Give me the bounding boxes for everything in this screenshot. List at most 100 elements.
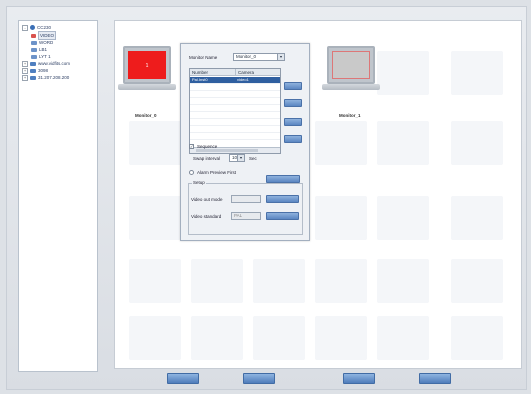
empty-cell[interactable] <box>451 51 503 95</box>
device-tree[interactable]: - CC230 VIDEO WORD LB1 LYT 1 + www.vidfi… <box>18 20 98 372</box>
chevron-down-icon[interactable]: ▾ <box>277 54 284 60</box>
expand-icon[interactable]: + <box>22 67 28 74</box>
video-standard-value: PAL <box>234 213 243 218</box>
add-camera-button[interactable] <box>284 82 302 90</box>
setup-label: Setup <box>192 180 206 185</box>
tree-item[interactable]: LYT 1 <box>31 53 51 60</box>
table-row[interactable] <box>190 133 280 140</box>
camera-icon <box>31 47 37 52</box>
empty-cell[interactable] <box>253 316 305 360</box>
empty-cell[interactable] <box>451 259 503 303</box>
monitor-screen[interactable] <box>327 46 375 84</box>
camera-icon <box>31 33 36 38</box>
empty-cell[interactable] <box>191 316 243 360</box>
empty-cell[interactable] <box>129 316 181 360</box>
empty-cell[interactable] <box>129 121 181 165</box>
camera-table[interactable]: Number Camera Pal.Inst0 video1 <box>189 68 281 154</box>
swap-interval-select[interactable]: 10 ▾ <box>229 154 245 162</box>
tree-item[interactable]: LB1 <box>31 46 47 53</box>
video-standard-label: Video standard <box>191 214 222 219</box>
table-row[interactable] <box>190 84 280 91</box>
chevron-down-icon[interactable]: ▾ <box>237 155 244 161</box>
tree-item[interactable]: + www.vidfits.com <box>22 60 70 67</box>
monitor-screen-display: 1 <box>128 51 166 79</box>
alarm-preview-button[interactable] <box>266 175 300 183</box>
monitor-wall[interactable] <box>114 20 522 369</box>
monitor-settings-panel[interactable]: Monitor Name Monitor_0 ▾ Number Camera P… <box>180 43 310 241</box>
empty-cell[interactable] <box>451 121 503 165</box>
tree-item[interactable]: + 31.207.208.200 <box>22 74 69 81</box>
tree-item-label: 3098 <box>38 68 49 73</box>
expand-icon[interactable]: + <box>22 74 28 81</box>
empty-cell[interactable] <box>129 259 181 303</box>
server-icon <box>30 25 35 30</box>
video-out-mode-button[interactable] <box>266 195 299 203</box>
table-row[interactable] <box>190 126 280 133</box>
tree-item-label: LB1 <box>39 47 48 52</box>
device-icon <box>30 61 36 66</box>
table-row[interactable] <box>190 112 280 119</box>
empty-cell[interactable] <box>191 259 243 303</box>
tree-root[interactable]: - CC230 <box>22 24 51 31</box>
alarm-preview-checkbox[interactable] <box>189 170 194 175</box>
bottom-button-1[interactable] <box>167 373 199 384</box>
table-row[interactable]: Pal.Inst0 video1 <box>190 77 280 84</box>
empty-cell[interactable] <box>315 196 367 240</box>
empty-cell[interactable] <box>451 196 503 240</box>
video-standard-input[interactable]: PAL <box>231 212 261 220</box>
device-icon <box>30 68 36 73</box>
camera-icon <box>31 40 37 45</box>
video-out-mode-input[interactable] <box>231 195 261 203</box>
sequence-label: Sequence <box>197 144 218 149</box>
monitor-name-select[interactable]: Monitor_0 ▾ <box>233 53 285 61</box>
expand-icon[interactable]: + <box>22 60 28 67</box>
camera-icon <box>31 54 37 59</box>
tree-item-label: WORD <box>39 40 54 45</box>
tree-item-label: LYT 1 <box>39 54 51 59</box>
empty-cell[interactable] <box>377 259 429 303</box>
video-standard-button[interactable] <box>266 212 299 220</box>
bottom-button-2[interactable] <box>243 373 275 384</box>
monitor-stand <box>322 84 380 90</box>
tree-item[interactable]: VIDEO <box>31 31 57 40</box>
move-down-button[interactable] <box>284 135 302 143</box>
alarm-preview-label: Alarm Preview First <box>197 170 237 175</box>
empty-cell[interactable] <box>377 196 429 240</box>
monitor-label: Monitor_1 <box>339 113 361 118</box>
swap-interval-label: Swap interval <box>193 156 221 161</box>
empty-cell[interactable] <box>377 51 429 95</box>
empty-cell[interactable] <box>315 316 367 360</box>
video-out-mode-label: Video out mode <box>191 197 223 202</box>
column-header-number[interactable]: Number <box>190 69 235 76</box>
monitor-name-value: Monitor_0 <box>236 54 257 59</box>
column-header-camera[interactable]: Camera <box>235 69 280 76</box>
empty-cell[interactable] <box>315 259 367 303</box>
empty-cell[interactable] <box>129 196 181 240</box>
scrollbar-thumb[interactable] <box>196 149 258 152</box>
monitor-screen-display <box>332 51 370 79</box>
monitor-stand <box>118 84 176 90</box>
table-row[interactable] <box>190 119 280 126</box>
bottom-button-4[interactable] <box>419 373 451 384</box>
empty-cell[interactable] <box>451 316 503 360</box>
empty-cell[interactable] <box>377 316 429 360</box>
setup-group <box>188 183 303 235</box>
move-up-button[interactable] <box>284 118 302 126</box>
monitor-screen[interactable]: 1 <box>123 46 171 84</box>
tree-item[interactable]: + 3098 <box>22 67 48 74</box>
sequence-checkbox[interactable]: ✓ <box>189 144 194 149</box>
collapse-icon[interactable]: - <box>22 24 28 31</box>
monitor-label: Monitor_0 <box>135 113 157 118</box>
empty-cell[interactable] <box>377 121 429 165</box>
table-row[interactable] <box>190 105 280 112</box>
delete-camera-button[interactable] <box>284 99 302 107</box>
tree-item[interactable]: WORD <box>31 39 53 46</box>
swap-interval-unit: Sec <box>249 156 257 161</box>
bottom-button-3[interactable] <box>343 373 375 384</box>
empty-cell[interactable] <box>253 259 305 303</box>
table-row[interactable] <box>190 91 280 98</box>
monitor-name-label: Monitor Name <box>189 55 218 60</box>
empty-cell[interactable] <box>315 121 367 165</box>
cell-number: Pal.Inst0 <box>192 77 208 82</box>
table-row[interactable] <box>190 98 280 105</box>
